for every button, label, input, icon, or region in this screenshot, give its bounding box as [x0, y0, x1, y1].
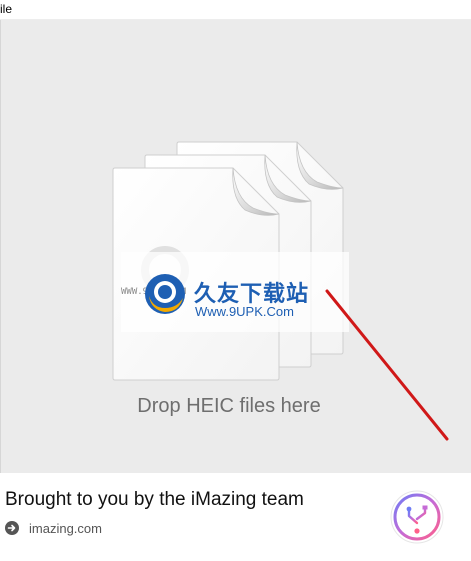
imazing-usb-logo-icon[interactable]: [389, 489, 445, 545]
drop-instruction: Drop HEIC files here: [137, 395, 321, 417]
promo-title: Brought to you by the iMazing team: [5, 489, 304, 510]
arrow-right-circle-icon: [5, 521, 19, 535]
watermark-logo-icon: [145, 274, 185, 314]
drop-zone[interactable]: WWW.9UPK.COM 久友下载站 Www.9UPK.Com Drop HEI…: [0, 20, 471, 473]
annotation-arrow-line: [325, 289, 449, 441]
watermark-url: Www.9UPK.Com: [195, 304, 294, 319]
imazing-link[interactable]: imazing.com: [29, 521, 102, 536]
menu-file[interactable]: ile: [0, 2, 12, 16]
watermark: WWW.9UPK.COM 久友下载站 Www.9UPK.Com: [121, 252, 349, 332]
menu-bar: ile: [0, 0, 471, 20]
promo-link-row[interactable]: imazing.com: [5, 519, 102, 537]
promo-footer: Brought to you by the iMazing team imazi…: [0, 473, 471, 561]
